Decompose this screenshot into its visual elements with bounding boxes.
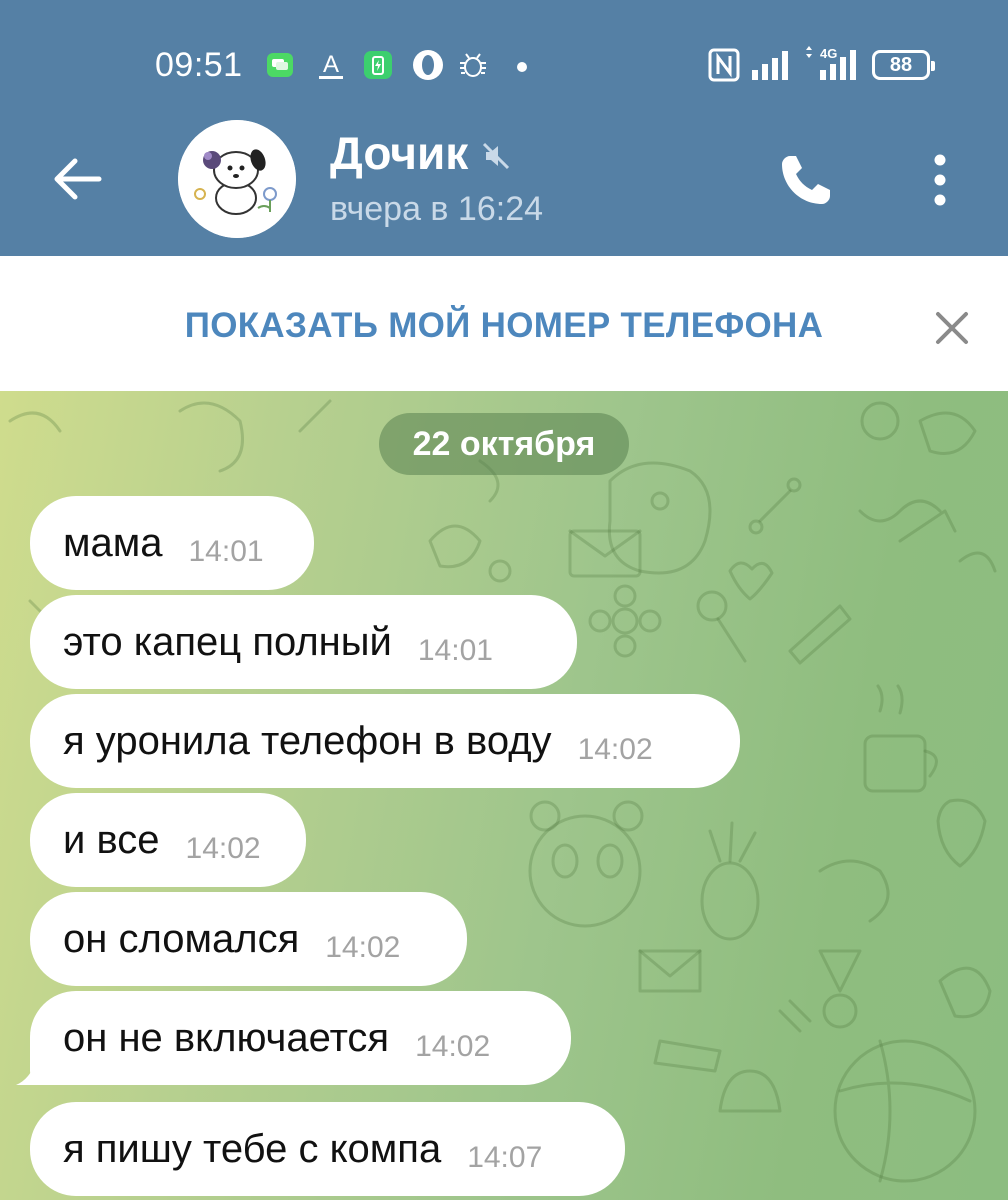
chat-title: Дочик	[330, 127, 469, 179]
chat-title-row[interactable]: Дочик	[330, 126, 512, 180]
text-a-icon: A	[319, 51, 343, 79]
message-text: он сломался	[63, 916, 300, 961]
dog-sticker-avatar	[178, 120, 296, 238]
more-options-button[interactable]	[918, 150, 962, 210]
bubble-tail	[16, 1057, 48, 1085]
message-text: он не включается	[63, 1015, 390, 1060]
date-separator: 22 октября	[379, 413, 629, 475]
message-text: я пишу тебе с компа	[63, 1126, 442, 1171]
message-time: 14:02	[577, 733, 653, 766]
signal-4g-icon: 4G	[806, 46, 856, 80]
status-time: 09:51	[155, 46, 243, 84]
message-bubble[interactable]: я уронила телефон в воду 14:02	[30, 694, 740, 788]
chat-area[interactable]: 22 октября мама 14:01 это капец полный 1…	[0, 391, 1008, 1200]
svg-text:4G: 4G	[820, 46, 837, 61]
message-bubble[interactable]: он не включается 14:02	[30, 991, 571, 1085]
opera-icon	[413, 50, 443, 80]
call-button[interactable]	[776, 150, 836, 210]
message-time: 14:02	[415, 1030, 491, 1063]
last-seen-status: вчера в 16:24	[330, 190, 544, 228]
avatar[interactable]	[178, 120, 296, 238]
show-phone-number-button[interactable]: ПОКАЗАТЬ МОЙ НОМЕР ТЕЛЕФОНА	[0, 306, 1008, 346]
message-text: это капец полный	[63, 619, 392, 664]
messages-icon	[267, 53, 293, 77]
notification-dot	[517, 62, 527, 72]
bug-icon	[460, 53, 486, 77]
message-text: и все	[63, 817, 160, 862]
message-bubble[interactable]: это капец полный 14:01	[30, 595, 577, 689]
message-bubble[interactable]: я пишу тебе с компа 14:07	[30, 1102, 625, 1196]
battery-saver-icon	[364, 51, 392, 79]
close-icon	[936, 312, 968, 344]
status-bar: 09:51 A 4G 88	[0, 40, 1008, 90]
arrow-left-icon	[54, 158, 102, 200]
message-bubble[interactable]: и все 14:02	[30, 793, 306, 887]
message-bubble[interactable]: он сломался 14:02	[30, 892, 467, 986]
back-button[interactable]	[48, 150, 106, 208]
share-phone-banner: ПОКАЗАТЬ МОЙ НОМЕР ТЕЛЕФОНА	[0, 256, 1008, 391]
nfc-icon	[708, 48, 740, 82]
message-text: мама	[63, 520, 163, 565]
message-bubble[interactable]: мама 14:01	[30, 496, 314, 590]
svg-text:A: A	[323, 51, 339, 78]
phone-icon	[782, 156, 830, 204]
more-vertical-icon	[934, 154, 946, 206]
message-time: 14:02	[325, 931, 401, 964]
message-time: 14:01	[188, 535, 264, 568]
message-time: 14:02	[185, 832, 261, 865]
message-time: 14:07	[467, 1141, 543, 1174]
signal-icon	[752, 51, 788, 80]
chat-header: 09:51 A 4G 88 Дочик вчера в 16:24	[0, 0, 1008, 256]
banner-close-button[interactable]	[930, 306, 974, 350]
mute-icon	[483, 142, 510, 170]
message-text: я уронила телефон в воду	[63, 718, 552, 763]
battery-indicator: 88	[872, 50, 935, 80]
message-time: 14:01	[417, 634, 493, 667]
